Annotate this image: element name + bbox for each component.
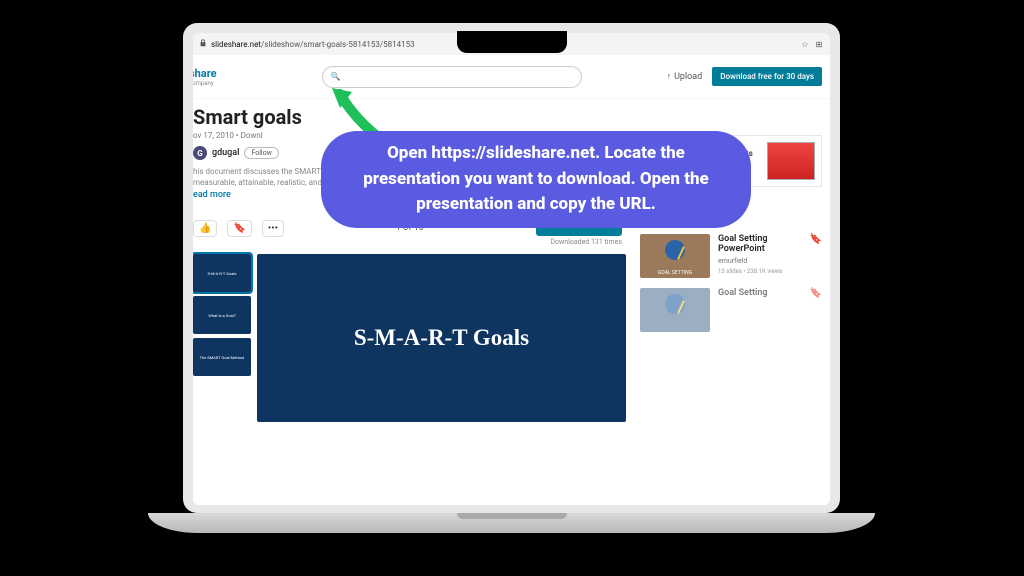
recommended-thumb: [640, 288, 710, 332]
slide-thumb-1[interactable]: S-M-A-R-T Goals: [193, 254, 251, 292]
lock-icon: [199, 39, 207, 49]
laptop-notch: [457, 31, 567, 53]
extension-icon[interactable]: ⊞: [814, 40, 824, 49]
author-name[interactable]: gdugal: [212, 148, 239, 158]
action-icons: 👍 🔖 •••: [193, 220, 284, 237]
laptop-frame: slideshare.net/slideshow/smart-goals-581…: [183, 23, 840, 533]
upload-icon: ↑: [667, 71, 672, 82]
like-button[interactable]: 👍: [193, 220, 217, 237]
page-content: share company 🔍 ↑ Upload Download free f…: [193, 55, 830, 505]
recommended-author: emurfield: [718, 257, 802, 265]
site-logo[interactable]: share company: [193, 67, 217, 87]
laptop-bezel: slideshare.net/slideshow/smart-goals-581…: [183, 23, 840, 513]
download-free-button[interactable]: Download free for 30 days: [712, 67, 822, 86]
upload-button[interactable]: ↑ Upload: [667, 71, 703, 82]
slide-thumb-2[interactable]: What is a Goal?: [193, 296, 251, 334]
author-avatar[interactable]: G: [193, 146, 207, 160]
annotation-callout: Open https://slideshare.net. Locate the …: [321, 131, 751, 228]
main-slide[interactable]: S-M-A-R-T Goals: [257, 254, 626, 422]
recommended-stats: 13 slides • 238.1K views: [718, 268, 802, 275]
slide-thumbnails: S-M-A-R-T Goals What is a Goal? The SMAR…: [193, 254, 251, 422]
slide-viewer: S-M-A-R-T Goals What is a Goal? The SMAR…: [193, 254, 626, 422]
more-button[interactable]: •••: [262, 220, 284, 237]
star-icon[interactable]: ☆: [800, 40, 810, 49]
document-title: Smart goals: [193, 105, 626, 129]
browser-screen: slideshare.net/slideshow/smart-goals-581…: [193, 33, 830, 505]
site-header: share company 🔍 ↑ Upload Download free f…: [193, 55, 830, 99]
header-actions: ↑ Upload Download free for 30 days: [667, 67, 830, 86]
recommended-item[interactable]: Goal Setting 🔖: [640, 288, 822, 332]
promo-image: [767, 142, 815, 180]
recommended-title: Goal Setting: [718, 288, 802, 298]
recommended-title: Goal Setting PowerPoint: [718, 234, 802, 254]
bookmark-icon[interactable]: 🔖: [810, 234, 822, 278]
download-count: Downloaded 131 times: [550, 238, 622, 246]
laptop-base: [148, 513, 875, 533]
slide-thumb-3[interactable]: The SMART Goal Method: [193, 338, 251, 376]
recommended-thumb: GOAL SETTING: [640, 234, 710, 278]
recommended-item[interactable]: GOAL SETTING Goal Setting PowerPoint emu…: [640, 234, 822, 278]
bookmark-icon[interactable]: 🔖: [810, 288, 822, 332]
search-icon: 🔍: [331, 72, 341, 81]
bookmark-button[interactable]: 🔖: [227, 220, 251, 237]
follow-button[interactable]: Follow: [244, 147, 278, 159]
